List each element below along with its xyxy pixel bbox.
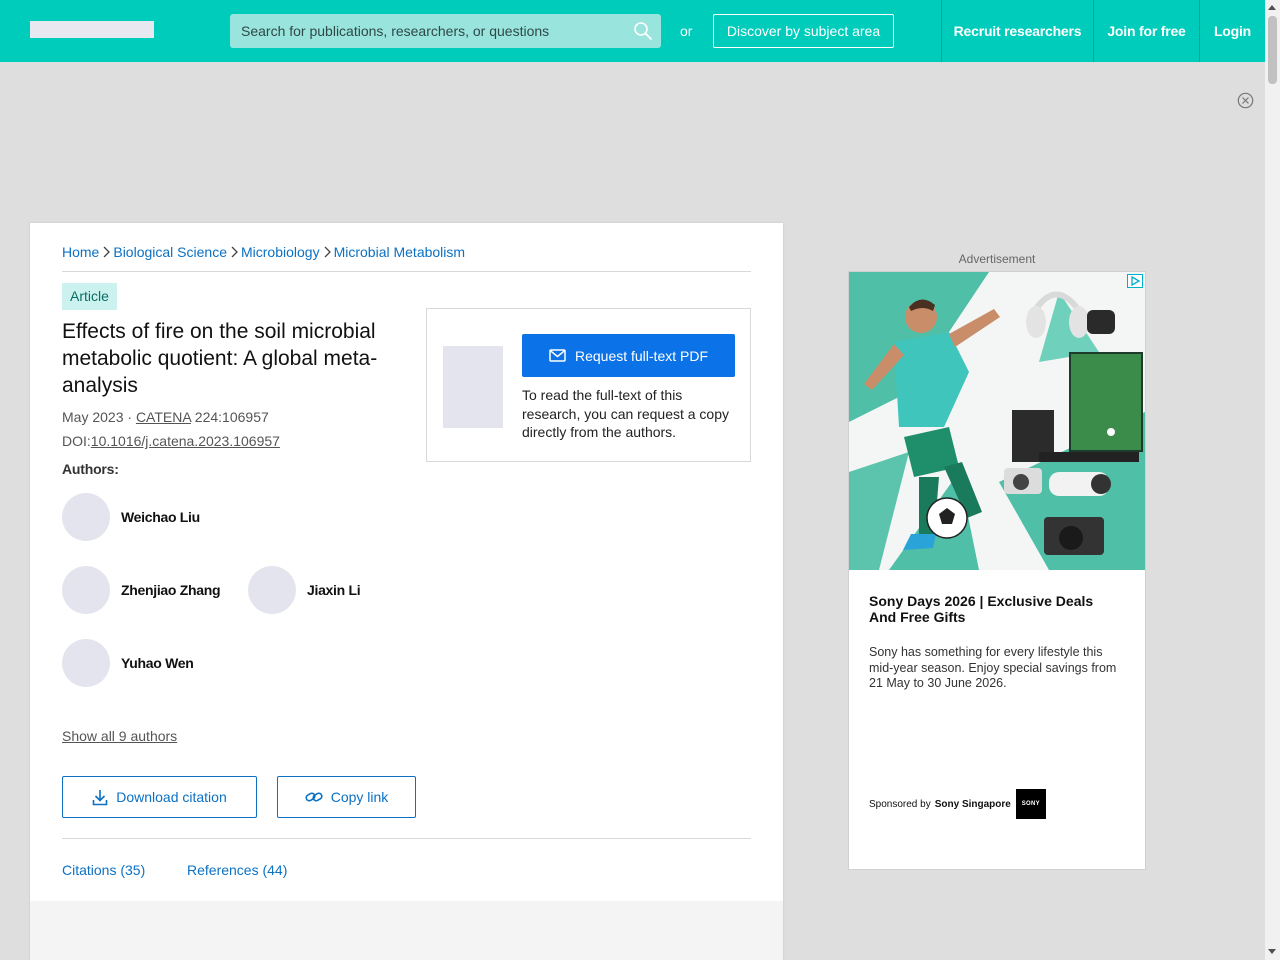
breadcrumb-microbiology[interactable]: Microbiology	[241, 244, 320, 260]
link-icon	[305, 792, 323, 802]
author-item[interactable]: Jiaxin Li	[248, 566, 361, 614]
advertisement-label: Advertisement	[958, 252, 1036, 266]
ad-headline[interactable]: Sony Days 2026 | Exclusive Deals And Fre…	[869, 593, 1119, 625]
page-scrollbar[interactable]	[1265, 0, 1280, 960]
or-separator: or	[680, 23, 693, 39]
sponsor-name[interactable]: Sony Singapore	[935, 799, 1011, 810]
breadcrumb-microbial-metabolism[interactable]: Microbial Metabolism	[334, 244, 465, 260]
scrollbar-thumb[interactable]	[1268, 16, 1277, 84]
author-item[interactable]: Yuhao Wen	[62, 639, 194, 687]
card-footer-area	[30, 901, 783, 960]
recruit-researchers-link[interactable]: Recruit researchers	[941, 0, 1093, 62]
chevron-right-icon	[231, 246, 238, 258]
download-icon	[92, 789, 108, 805]
author-avatar[interactable]	[62, 493, 110, 541]
show-all-authors-link[interactable]: Show all 9 authors	[62, 728, 177, 744]
login-link[interactable]: Login	[1199, 0, 1265, 62]
divider	[62, 271, 751, 272]
authors-heading: Authors:	[62, 461, 119, 477]
document-thumbnail	[443, 346, 503, 428]
breadcrumb-biological-science[interactable]: Biological Science	[113, 244, 227, 260]
join-for-free-link[interactable]: Join for free	[1093, 0, 1199, 62]
journal-volume: 224:106957	[190, 409, 269, 425]
site-logo[interactable]	[30, 21, 154, 38]
envelope-icon	[549, 349, 566, 362]
download-citation-button[interactable]: Download citation	[62, 776, 257, 818]
request-fulltext-label: Request full-text PDF	[574, 347, 709, 364]
author-avatar[interactable]	[248, 566, 296, 614]
publication-date: May 2023 ·	[62, 409, 136, 425]
top-navigation-bar: or Discover by subject area Recruit rese…	[0, 0, 1265, 62]
author-name[interactable]: Jiaxin Li	[307, 582, 361, 598]
advertisement[interactable]: Sony Days 2026 | Exclusive Deals And Fre…	[848, 271, 1146, 870]
publication-date-journal: May 2023 · CATENA 224:106957	[62, 409, 269, 425]
publication-title: Effects of fire on the soil microbial me…	[62, 320, 378, 397]
copy-link-button[interactable]: Copy link	[277, 776, 416, 818]
search-icon[interactable]	[633, 21, 653, 41]
ad-sponsor-line[interactable]: Sponsored by Sony Singapore SONY	[869, 789, 1046, 819]
close-ad-icon[interactable]	[1237, 92, 1254, 109]
author-name[interactable]: Yuhao Wen	[121, 655, 194, 671]
request-fulltext-description: To read the full-text of this research, …	[522, 387, 730, 440]
publication-card: Home Biological Science Microbiology Mic…	[30, 223, 783, 960]
tab-references[interactable]: References (44)	[187, 862, 287, 878]
tab-citations[interactable]: Citations (35)	[62, 862, 145, 878]
sponsored-by-label: Sponsored by	[869, 798, 931, 810]
sponsor-logo[interactable]: SONY	[1015, 789, 1046, 819]
discover-by-subject-button[interactable]: Discover by subject area	[713, 14, 894, 48]
author-item[interactable]: Zhenjiao Zhang	[62, 566, 221, 614]
divider	[62, 838, 751, 839]
scroll-up-arrow-icon[interactable]	[1268, 5, 1276, 10]
breadcrumb: Home Biological Science Microbiology Mic…	[62, 244, 465, 260]
download-citation-label: Download citation	[116, 789, 227, 805]
ad-illustration	[849, 272, 1145, 570]
article-type-badge: Article	[62, 283, 117, 310]
request-fulltext-panel: Request full-text PDF To read the full-t…	[426, 308, 751, 462]
scroll-down-arrow-icon[interactable]	[1268, 949, 1276, 954]
author-name[interactable]: Zhenjiao Zhang	[121, 582, 221, 598]
breadcrumb-home[interactable]: Home	[62, 244, 99, 260]
author-avatar[interactable]	[62, 566, 110, 614]
journal-link[interactable]: CATENA	[136, 409, 191, 425]
author-item[interactable]: Weichao Liu	[62, 493, 200, 541]
request-fulltext-button[interactable]: Request full-text PDF	[522, 334, 735, 377]
ad-choices-icon[interactable]	[1127, 274, 1143, 288]
doi-line: DOI:10.1016/j.catena.2023.106957	[62, 433, 280, 449]
ad-image[interactable]	[849, 272, 1145, 570]
copy-link-label: Copy link	[330, 789, 389, 805]
doi-label: DOI:	[62, 433, 91, 449]
ad-description: Sony has something for every lifestyle t…	[869, 645, 1117, 690]
author-avatar[interactable]	[62, 639, 110, 687]
doi-link[interactable]: 10.1016/j.catena.2023.106957	[91, 433, 280, 449]
search-box[interactable]	[230, 14, 661, 48]
chevron-right-icon	[324, 246, 331, 258]
chevron-right-icon	[103, 246, 111, 258]
search-input[interactable]	[230, 14, 620, 48]
author-name[interactable]: Weichao Liu	[121, 509, 200, 525]
